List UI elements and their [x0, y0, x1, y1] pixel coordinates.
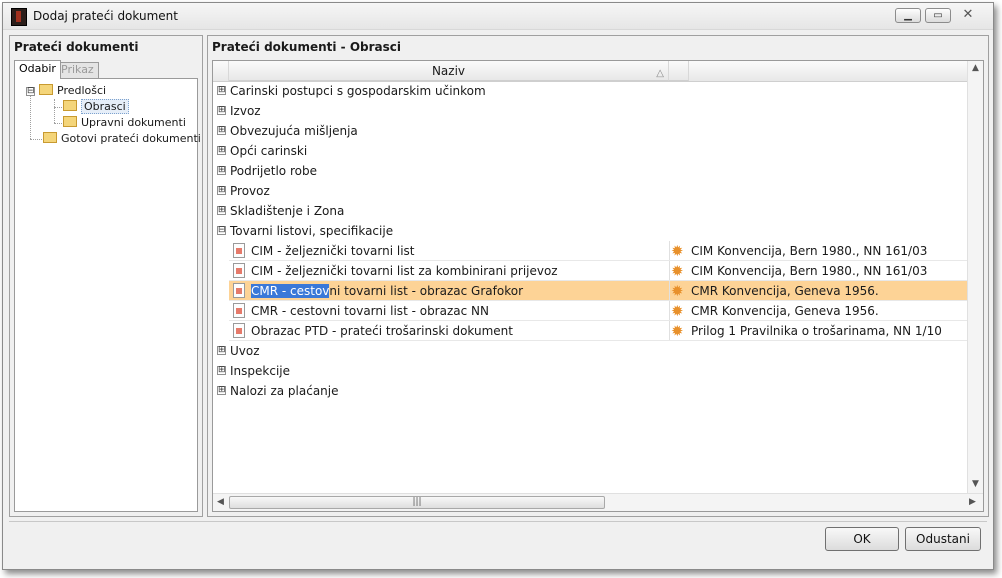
scroll-down-icon[interactable]: ▼	[972, 479, 979, 489]
star-icon: ✹	[671, 282, 684, 300]
footer-divider	[9, 521, 987, 522]
grid-header: Naziv △	[213, 61, 967, 82]
column-header-naziv[interactable]: Naziv △	[229, 61, 669, 81]
expand-icon[interactable]: ⊞	[217, 386, 226, 395]
document-row[interactable]: Obrazac PTD - prateći trošarinski dokume…	[229, 321, 967, 341]
document-name: Obrazac PTD - prateći trošarinski dokume…	[251, 324, 513, 338]
document-icon	[233, 283, 245, 298]
document-reference: Prilog 1 Pravilnika o trošarinama, NN 1/…	[691, 324, 942, 338]
tree-item-label: Predlošci	[57, 84, 107, 97]
folder-icon	[39, 84, 53, 95]
tree-item-upravni-dokumenti[interactable]: Upravni dokumenti	[63, 116, 186, 130]
tree-line	[30, 139, 42, 140]
horizontal-scrollbar[interactable]: ◀ ||| ▶	[213, 493, 983, 511]
right-panel: Prateći dokumenti - Obrasci Naziv △ ⊞ Car…	[207, 35, 989, 517]
tree-item-predlosci[interactable]: Predlošci	[39, 84, 106, 98]
title-bar[interactable]: Dodaj prateći dokument ▁ ▭ ✕	[3, 3, 993, 30]
tree-view[interactable]: ⊟ Predlošci Obrasci Upravni dokumenti Go…	[14, 78, 201, 512]
expand-icon[interactable]: ⊞	[217, 86, 226, 95]
tree-line	[54, 99, 55, 123]
document-name: CMR - cestovni tovarni list - obrazac NN	[251, 304, 489, 318]
tree-item-label: Upravni dokumenti	[81, 116, 186, 129]
folder-icon	[63, 100, 77, 111]
group-row[interactable]: ⊞ Carinski postupci s gospodarskim učinko…	[213, 81, 967, 101]
document-reference: CMR Konvencija, Geneva 1956.	[691, 304, 879, 318]
star-icon: ✹	[671, 262, 684, 280]
expand-icon[interactable]: ⊞	[217, 126, 226, 135]
maximize-button[interactable]: ▭	[925, 8, 951, 23]
group-row[interactable]: ⊞ Opći carinski	[213, 141, 967, 161]
scroll-up-icon[interactable]: ▲	[972, 63, 979, 73]
left-panel: Prateći dokumenti Odabir Prikaz ⊟ Predlo…	[9, 35, 203, 517]
column-header-icon[interactable]	[669, 61, 689, 81]
group-row[interactable]: ⊞ Podrijetlo robe	[213, 161, 967, 181]
documents-grid: Naziv △ ⊞ Carinski postupci s gospodarski…	[212, 60, 984, 512]
document-row-selected[interactable]: CMR - cestovni tovarni list - obrazac Gr…	[229, 281, 967, 301]
folder-icon	[63, 116, 77, 127]
group-row[interactable]: ⊞ Provoz	[213, 181, 967, 201]
document-icon	[233, 303, 245, 318]
tree-item-label: Gotovi prateći dokumenti	[61, 132, 201, 145]
expand-icon[interactable]: ⊞	[217, 346, 226, 355]
document-reference: CIM Konvencija, Bern 1980., NN 161/03	[691, 244, 928, 258]
cancel-button[interactable]: Odustani	[905, 527, 981, 551]
star-icon: ✹	[671, 302, 684, 320]
window-title: Dodaj prateći dokument	[33, 9, 178, 23]
app-icon	[11, 8, 27, 26]
column-header-reference[interactable]	[689, 61, 967, 82]
left-panel-heading: Prateći dokumenti	[14, 40, 139, 54]
collapse-icon[interactable]: ⊟	[26, 87, 35, 96]
expand-icon[interactable]: ⊞	[217, 106, 226, 115]
document-reference: CIM Konvencija, Bern 1980., NN 161/03	[691, 264, 928, 278]
tab-prikaz[interactable]: Prikaz	[56, 62, 99, 78]
tree-item-label: Obrasci	[81, 99, 129, 114]
horizontal-scroll-thumb[interactable]: |||	[229, 496, 605, 509]
scroll-left-icon[interactable]: ◀	[217, 497, 224, 507]
expand-icon[interactable]: ⊞	[217, 146, 226, 155]
group-row-expanded[interactable]: ⊟ Tovarni listovi, specifikacije	[213, 221, 967, 241]
star-icon: ✹	[671, 322, 684, 340]
expand-icon[interactable]: ⊞	[217, 366, 226, 375]
document-row[interactable]: CMR - cestovni tovarni list - obrazac NN…	[229, 301, 967, 321]
document-row[interactable]: CIM - željeznički tovarni list za kombin…	[229, 261, 967, 281]
tree-line	[54, 107, 62, 108]
document-name: CIM - željeznički tovarni list	[251, 244, 415, 258]
collapse-icon[interactable]: ⊟	[217, 226, 226, 235]
vertical-scrollbar[interactable]: ▲ ▼	[967, 61, 983, 493]
group-row[interactable]: ⊞ Izvoz	[213, 101, 967, 121]
tree-line	[30, 95, 31, 139]
document-name: CMR - cestovni tovarni list - obrazac Gr…	[251, 284, 523, 298]
group-row[interactable]: ⊞ Skladištenje i Zona	[213, 201, 967, 221]
right-panel-heading: Prateći dokumenti - Obrasci	[212, 40, 401, 54]
document-icon	[233, 243, 245, 258]
close-button[interactable]: ✕	[955, 8, 981, 23]
group-row[interactable]: ⊞ Inspekcije	[213, 361, 967, 381]
tree-line	[54, 123, 62, 124]
document-icon	[233, 323, 245, 338]
expand-icon[interactable]: ⊞	[217, 206, 226, 215]
dialog-window: Dodaj prateći dokument ▁ ▭ ✕ Prateći dok…	[2, 2, 994, 570]
folder-icon	[43, 132, 57, 143]
expand-icon[interactable]: ⊞	[217, 186, 226, 195]
minimize-button[interactable]: ▁	[895, 8, 921, 23]
document-reference: CMR Konvencija, Geneva 1956.	[691, 284, 879, 298]
tab-odabir[interactable]: Odabir	[14, 60, 61, 79]
row-selector-header	[213, 61, 229, 81]
scroll-right-icon[interactable]: ▶	[969, 497, 976, 507]
document-name: CIM - željeznički tovarni list za kombin…	[251, 264, 558, 278]
tree-item-obrasci[interactable]: Obrasci	[63, 99, 129, 114]
group-row[interactable]: ⊞ Uvoz	[213, 341, 967, 361]
star-icon: ✹	[671, 242, 684, 260]
document-icon	[233, 263, 245, 278]
tree-item-gotovi-prateci-dokumenti[interactable]: Gotovi prateći dokumenti	[43, 132, 201, 146]
ok-button[interactable]: OK	[825, 527, 899, 551]
group-row[interactable]: ⊞ Nalozi za plaćanje	[213, 381, 967, 401]
document-row[interactable]: CIM - željeznički tovarni list ✹ CIM Kon…	[229, 241, 967, 261]
expand-icon[interactable]: ⊞	[217, 166, 226, 175]
search-highlight: CMR - cestov	[251, 284, 330, 298]
group-row[interactable]: ⊞ Obvezujuća mišljenja	[213, 121, 967, 141]
